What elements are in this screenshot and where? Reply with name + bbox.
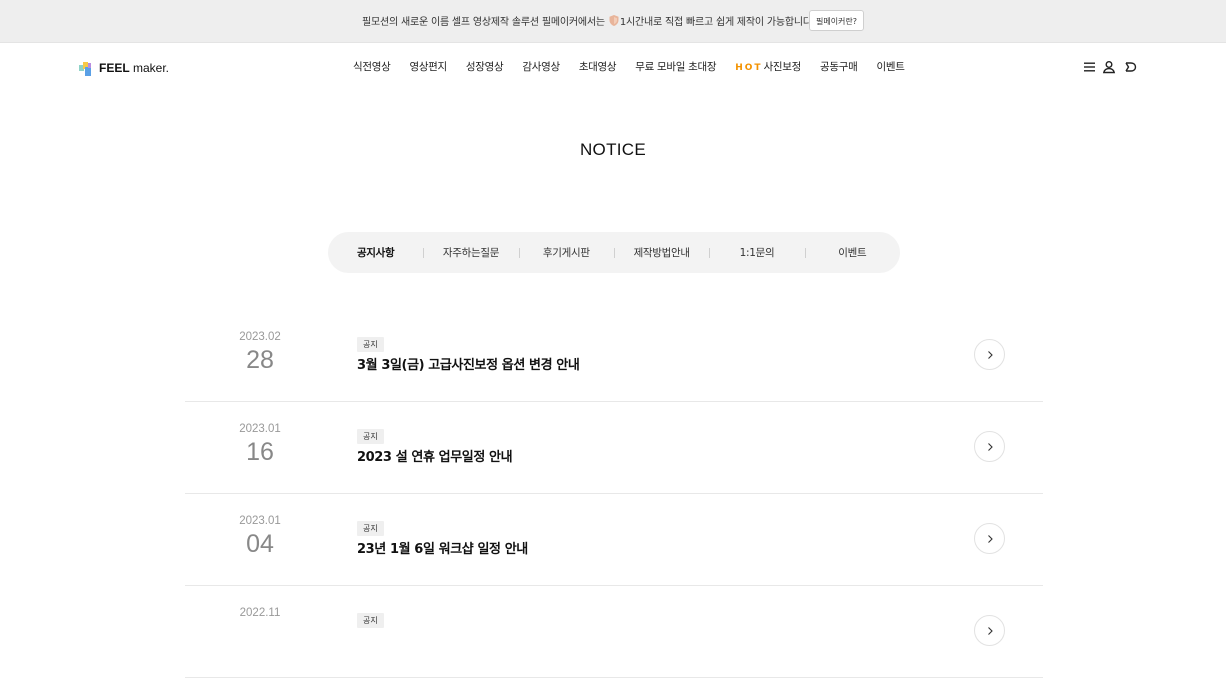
page-title: NOTICE [579, 140, 647, 159]
top-announcement-bar: 필모션의 새로운 이름 셀프 영상제작 솔루션 필메이커에서는 1시간내로 직접… [0, 0, 1226, 43]
nav-item-pre-ceremony-video[interactable]: 식전영상 [353, 59, 391, 74]
chevron-right-icon [988, 627, 993, 635]
notice-day: 04 [246, 530, 274, 558]
nav-item-growth-video[interactable]: 성장영상 [466, 59, 504, 74]
notice-day: 28 [246, 346, 274, 374]
tab-notice[interactable]: 공지사항 [328, 245, 423, 260]
nav-item-video-letter[interactable]: 영상편지 [409, 59, 447, 74]
site-header: FEEL maker. 식전영상 영상편지 성장영상 감사영상 초대영상 무료 … [0, 43, 1226, 91]
notice-year-month: 2023.02 [239, 331, 281, 343]
nav-item-thanks-video[interactable]: 감사영상 [522, 59, 560, 74]
list-item[interactable]: 2023.01 16 공지 2023 설 연휴 업무일정 안내 [185, 402, 1043, 494]
menu-icon[interactable] [1083, 60, 1097, 74]
notice-date: 2023.01 04 [185, 515, 335, 559]
hot-badge: HOT [735, 63, 763, 73]
announcement-text: 필모션의 새로운 이름 셀프 영상제작 솔루션 필메이커에서는 1시간내로 직접… [362, 13, 815, 28]
tab-event[interactable]: 이벤트 [804, 245, 900, 260]
tab-how-to-make[interactable]: 제작방법안내 [613, 245, 709, 260]
shield-icon [609, 15, 619, 26]
nav-item-invitation-video[interactable]: 초대영상 [579, 59, 617, 74]
logo-mark-icon [79, 62, 91, 76]
notice-year-month: 2023.01 [239, 515, 281, 527]
main-navigation: 식전영상 영상편지 성장영상 감사영상 초대영상 무료 모바일 초대장 HOT사… [353, 59, 924, 74]
user-icon[interactable] [1102, 60, 1116, 74]
nav-item-free-mobile-invitation[interactable]: 무료 모바일 초대장 [635, 59, 716, 74]
list-item[interactable]: 2022.11 공지 [185, 586, 1043, 678]
notice-date: 2023.01 16 [185, 423, 335, 467]
nav-item-event[interactable]: 이벤트 [876, 59, 904, 74]
notice-title[interactable]: 3월 3일(금) 고급사진보정 옵션 변경 안내 [357, 354, 580, 373]
view-notice-button[interactable] [974, 615, 1005, 646]
chevron-right-icon [988, 351, 993, 359]
cart-icon[interactable] [1123, 60, 1137, 74]
notice-title[interactable]: 2023 설 연휴 업무일정 안내 [357, 446, 513, 465]
nav-item-photo-retouch-label: 사진보정 [763, 61, 802, 73]
view-notice-button[interactable] [974, 431, 1005, 462]
chevron-right-icon [988, 443, 993, 451]
list-item[interactable]: 2023.01 04 공지 23년 1월 6일 워크샵 일정 안내 [185, 494, 1043, 586]
tab-faq[interactable]: 자주하는질문 [423, 245, 518, 260]
notice-badge: 공지 [357, 337, 384, 352]
notice-day: 16 [246, 438, 274, 466]
chevron-right-icon [988, 535, 993, 543]
notice-year-month: 2022.11 [239, 607, 281, 619]
nav-item-group-buy[interactable]: 공동구매 [820, 59, 858, 74]
view-notice-button[interactable] [974, 523, 1005, 554]
view-notice-button[interactable] [974, 339, 1005, 370]
notice-badge: 공지 [357, 429, 384, 444]
nav-item-photo-retouch[interactable]: HOT사진보정 [735, 59, 801, 74]
notice-list: 2023.02 28 공지 3월 3일(금) 고급사진보정 옵션 변경 안내 2… [185, 310, 1043, 678]
what-is-feelmaker-button[interactable]: 필메이커란? [809, 10, 864, 31]
list-item[interactable]: 2023.02 28 공지 3월 3일(금) 고급사진보정 옵션 변경 안내 [185, 310, 1043, 402]
board-tabs: 공지사항 자주하는질문 후기게시판 제작방법안내 1:1문의 이벤트 [328, 232, 900, 273]
notice-badge: 공지 [357, 521, 384, 536]
announcement-text-before: 필모션의 새로운 이름 셀프 영상제작 솔루션 필메이커에서는 [362, 17, 605, 28]
logo-text: FEEL maker. [99, 61, 170, 75]
notice-year-month: 2023.01 [239, 423, 281, 435]
notice-date: 2022.11 [185, 607, 335, 619]
tab-one-on-one-inquiry[interactable]: 1:1문의 [709, 245, 804, 260]
announcement-text-after: 1시간내로 직접 빠르고 쉽게 제작이 가능합니다. [619, 17, 815, 28]
notice-title[interactable]: 23년 1월 6일 워크샵 일정 안내 [357, 538, 528, 557]
notice-date: 2023.02 28 [185, 331, 335, 375]
tab-reviews[interactable]: 후기게시판 [518, 245, 614, 260]
